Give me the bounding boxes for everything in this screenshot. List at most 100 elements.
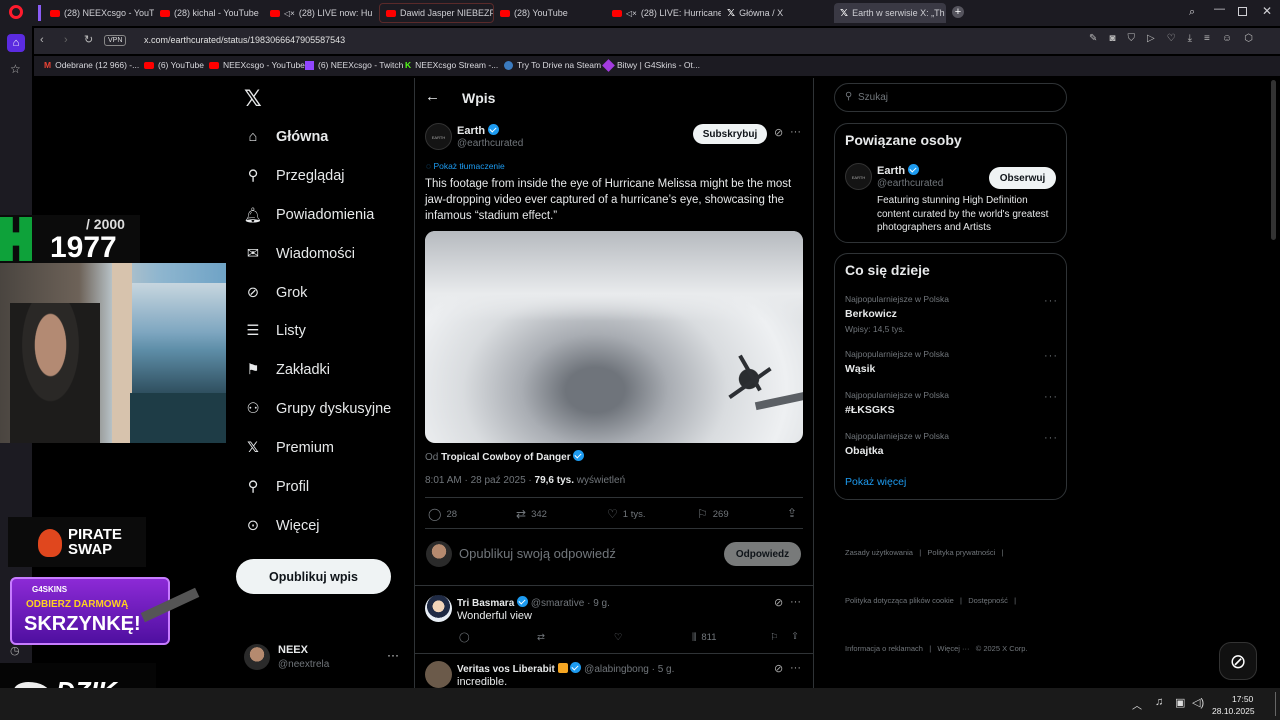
- nav-notifications[interactable]: 🔔︎ Powiadomienia: [244, 206, 375, 224]
- nav-grok[interactable]: ⊘ Grok: [244, 284, 308, 302]
- play-icon[interactable]: ▷: [1147, 33, 1155, 44]
- tray-chevron-icon[interactable]: ︿: [1132, 697, 1142, 712]
- back-icon[interactable]: ‹: [40, 34, 44, 46]
- trend-more-icon[interactable]: ···: [1044, 350, 1058, 362]
- tab-3[interactable]: Dawid Jasper NIEBEZPIEC: [379, 3, 494, 23]
- author-name[interactable]: Earth: [457, 124, 500, 137]
- reply-input[interactable]: Opublikuj swoją odpowiedź: [459, 546, 616, 561]
- home-icon[interactable]: ⌂: [7, 34, 25, 52]
- reply-1-views[interactable]: ⫼ 811: [692, 632, 717, 643]
- extensions-icon[interactable]: ⬡: [1244, 33, 1253, 44]
- related-name[interactable]: Earth: [877, 164, 920, 177]
- new-tab-button[interactable]: +: [952, 6, 964, 18]
- subscribe-button[interactable]: Subskrybuj: [693, 124, 767, 144]
- trend-more-icon[interactable]: ···: [1044, 391, 1058, 403]
- bookmark-6[interactable]: Bitwy | G4Skins - Ot...: [602, 58, 700, 72]
- profile-icon[interactable]: ☺: [1222, 33, 1232, 44]
- nav-communities[interactable]: ⚇ Grupy dyskusyjne: [244, 400, 392, 418]
- mic-icon[interactable]: ♫: [1155, 696, 1163, 708]
- search-tabs-icon[interactable]: ⌕: [1189, 6, 1195, 19]
- clock-time[interactable]: 17:50: [1232, 694, 1253, 704]
- muted-icon[interactable]: ◁×: [284, 9, 295, 18]
- share-action[interactable]: ⇪: [787, 506, 797, 520]
- camera-icon[interactable]: ◙: [1109, 33, 1115, 44]
- reply-1-share-icon[interactable]: ⇪: [791, 631, 799, 642]
- reply-1-name[interactable]: Tri Basmara: [457, 598, 514, 609]
- tab-2[interactable]: ◁× (28) LIVE now: Hu: [264, 3, 379, 23]
- grok-icon[interactable]: ⊘: [774, 596, 783, 609]
- minimize-button[interactable]: —: [1214, 3, 1225, 15]
- translate-link[interactable]: ◌ Pokaż tłumaczenie: [426, 161, 505, 171]
- url-field[interactable]: x.com/earthcurated/status/19830666479055…: [144, 35, 345, 45]
- bookmark-1[interactable]: (6) YouTube: [144, 60, 204, 70]
- back-arrow-icon[interactable]: ←: [425, 88, 440, 105]
- bookmark-5[interactable]: Try To Drive na Steam: [504, 60, 601, 70]
- x-home-logo[interactable]: 𝕏: [244, 86, 262, 112]
- show-desktop-button[interactable]: [1275, 692, 1276, 716]
- follow-button[interactable]: Obserwuj: [989, 167, 1056, 189]
- reply-2-avatar[interactable]: [425, 661, 452, 688]
- repost-action[interactable]: ⇄ 342: [516, 507, 547, 521]
- video-source-name[interactable]: Tropical Cowboy of Danger: [441, 452, 570, 463]
- reply-2-more-icon[interactable]: ···: [790, 662, 801, 674]
- nav-premium[interactable]: 𝕏 Premium: [244, 439, 334, 457]
- trend-item[interactable]: Najpopularniejsze w Polska Obajtka: [845, 431, 949, 457]
- footer-links[interactable]: Zasady użytkowania | Polityka prywatnośc…: [845, 513, 1028, 673]
- related-avatar[interactable]: EARTH: [845, 163, 872, 190]
- account-switcher[interactable]: NEEX @neextrela ···: [244, 642, 404, 674]
- more-icon[interactable]: ···: [387, 648, 399, 662]
- post-more-icon[interactable]: ···: [790, 126, 801, 138]
- close-window-button[interactable]: ✕: [1262, 4, 1272, 18]
- bookmark-0[interactable]: M Odebrane (12 966) -...: [44, 60, 139, 70]
- star-icon[interactable]: ☆: [10, 62, 21, 76]
- like-action[interactable]: ♡ 1 tys.: [607, 507, 645, 521]
- search-input[interactable]: Szukaj: [858, 92, 888, 103]
- opera-logo-icon[interactable]: [9, 5, 23, 19]
- nav-messages[interactable]: ✉ Wiadomości: [244, 245, 355, 263]
- reply-1-repost-icon[interactable]: ⇄: [537, 632, 545, 643]
- trend-item[interactable]: Najpopularniejsze w Polska #ŁKSGKS: [845, 390, 949, 416]
- nav-more[interactable]: ⊙ Więcej: [244, 517, 320, 535]
- reply-1-like-icon[interactable]: ♡: [614, 632, 623, 643]
- grok-icon[interactable]: ⊘: [774, 126, 783, 139]
- tab-5[interactable]: ◁× (28) LIVE: Hurricane: [606, 3, 721, 23]
- trend-item[interactable]: Najpopularniejsze w Polska Wąsik: [845, 349, 949, 375]
- clock-date[interactable]: 28.10.2025: [1212, 706, 1255, 716]
- tab-4[interactable]: (28) YouTube: [494, 3, 606, 23]
- author-handle[interactable]: @earthcurated: [457, 138, 523, 149]
- nav-profile[interactable]: ⚲ Profil: [244, 478, 309, 496]
- tab-1[interactable]: (28) kichal - YouTube: [154, 3, 264, 23]
- maximize-button[interactable]: [1238, 7, 1247, 16]
- volume-icon[interactable]: ◁): [1192, 696, 1204, 709]
- tab-6[interactable]: 𝕏 Główna / X: [721, 3, 833, 23]
- nav-bookmarks[interactable]: ⚑ Zakładki: [244, 361, 331, 379]
- reply-button[interactable]: Odpowiedz: [724, 542, 801, 566]
- trend-item[interactable]: Najpopularniejsze w Polska Berkowicz Wpisy…: [845, 294, 949, 334]
- trend-more-icon[interactable]: ···: [1044, 432, 1058, 444]
- grok-floating-button[interactable]: ⊘: [1219, 642, 1257, 680]
- heart-icon[interactable]: ♡: [1167, 33, 1176, 44]
- muted-icon[interactable]: ◁×: [626, 9, 637, 18]
- post-video[interactable]: [425, 231, 803, 443]
- nav-lists[interactable]: ☰ Listy: [244, 322, 306, 340]
- search-box[interactable]: ⚲ Szukaj: [834, 83, 1067, 112]
- reply-2-name[interactable]: Veritas vos Liberabit: [457, 664, 555, 675]
- download-icon[interactable]: ⤓: [1188, 33, 1192, 44]
- grok-icon[interactable]: ⊘: [774, 662, 783, 675]
- bookmark-2[interactable]: NEEXcsgo - YouTube: [209, 60, 305, 70]
- menu-icon[interactable]: ≡: [1204, 33, 1210, 44]
- edit-icon[interactable]: ✎: [1089, 33, 1097, 44]
- nav-explore[interactable]: ⚲ Przeglądaj: [244, 167, 345, 185]
- show-more-link[interactable]: Pokaż więcej: [845, 476, 906, 488]
- trend-more-icon[interactable]: ···: [1044, 295, 1058, 307]
- reply-1-bookmark-icon[interactable]: ⚐: [770, 632, 779, 643]
- scrollbar[interactable]: [1271, 80, 1276, 240]
- reply-1-avatar[interactable]: [425, 595, 452, 622]
- post-button[interactable]: Opublikuj wpis: [236, 559, 391, 594]
- vpn-badge[interactable]: VPN: [104, 35, 127, 46]
- bookmark-4[interactable]: K NEEXcsgo Stream -...: [405, 60, 498, 70]
- tab-7[interactable]: 𝕏 Earth w serwisie X: „Th: [834, 3, 946, 23]
- author-avatar[interactable]: EARTH: [425, 123, 452, 150]
- forward-icon[interactable]: ›: [64, 34, 68, 46]
- reply-action[interactable]: ◯ 28: [428, 507, 457, 521]
